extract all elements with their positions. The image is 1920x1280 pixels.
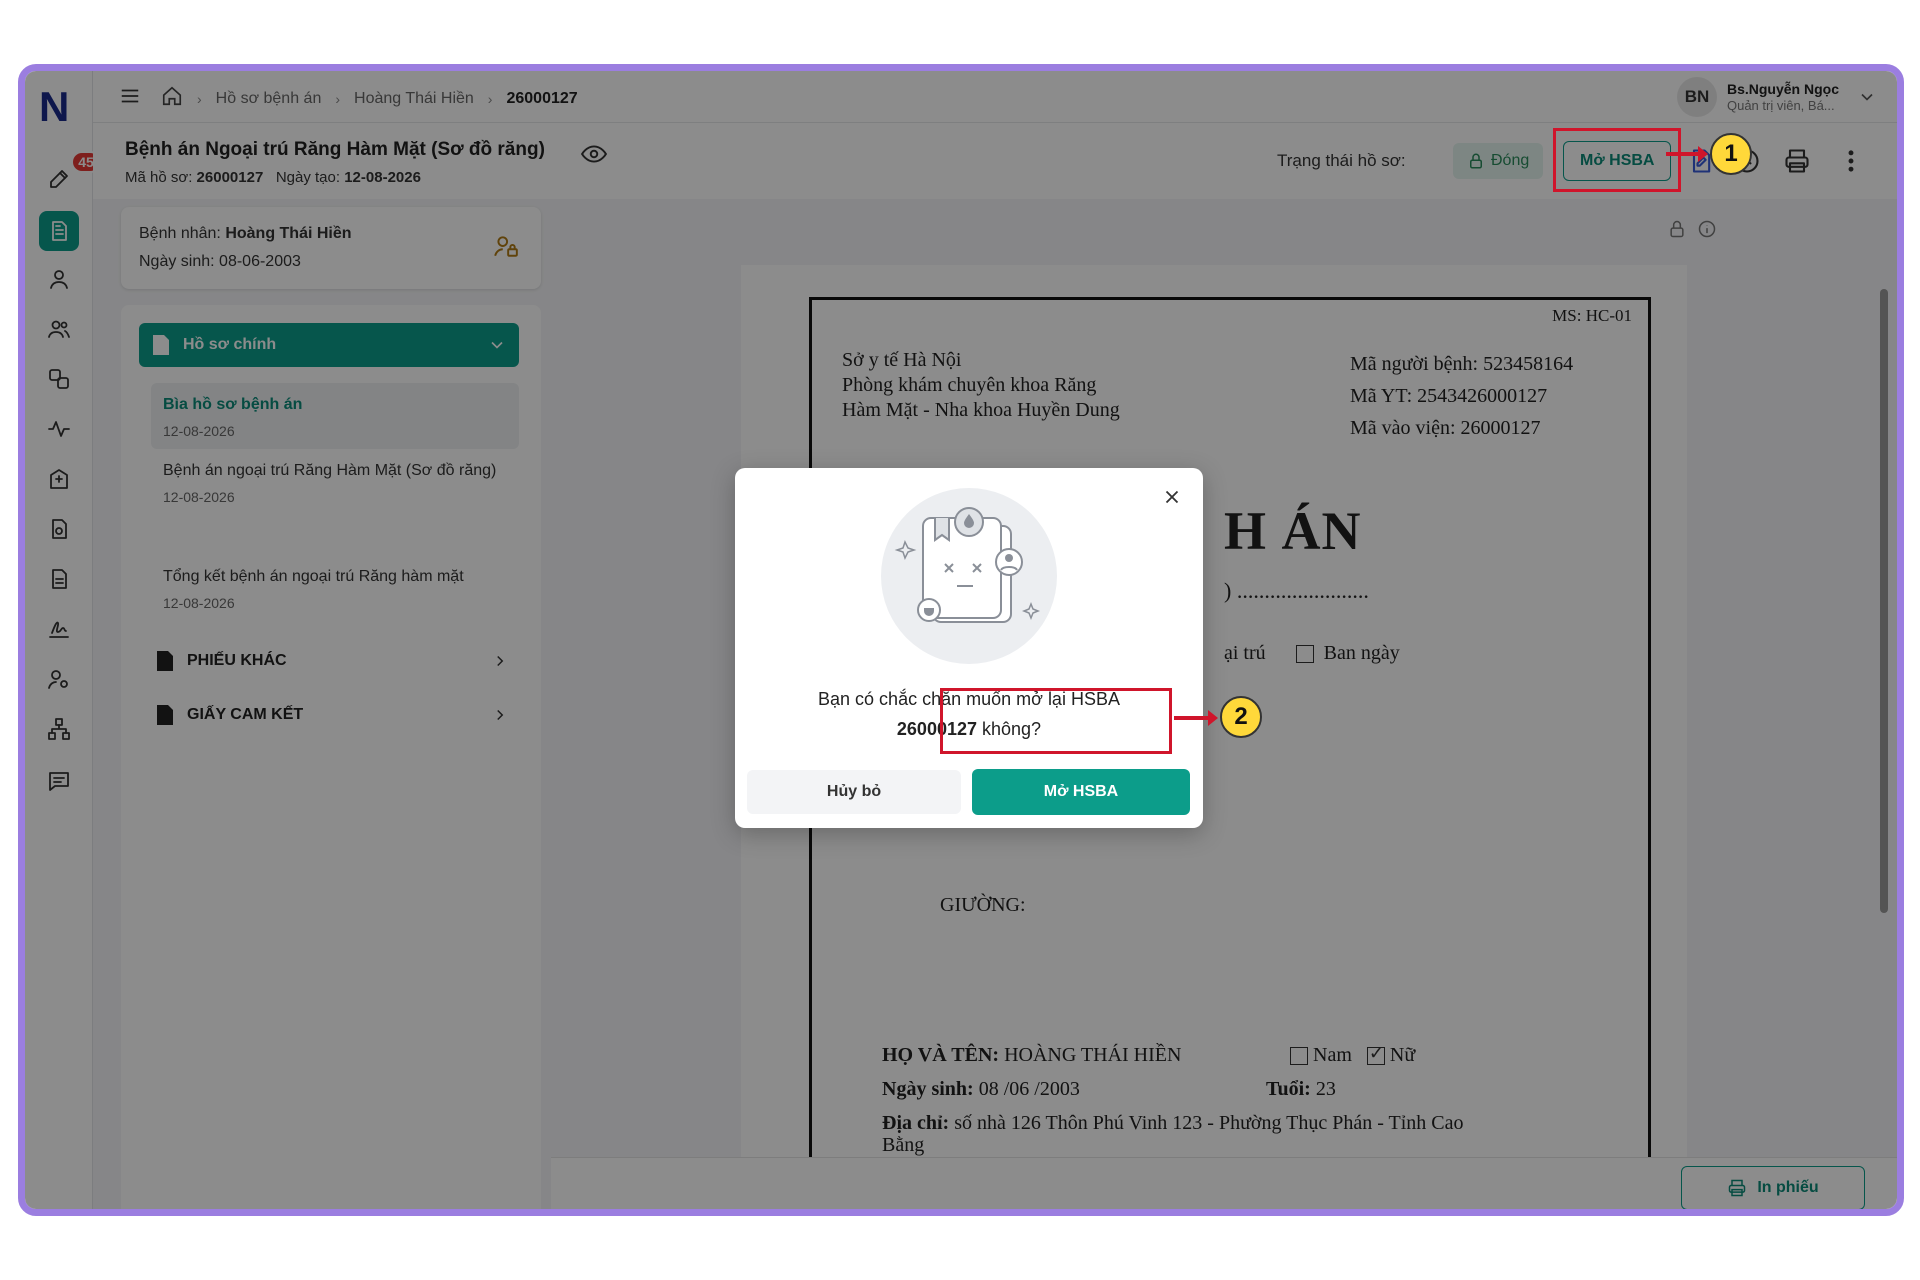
- confirm-open-record-button[interactable]: Mở HSBA: [972, 769, 1190, 815]
- document-illustration: [869, 486, 1069, 666]
- highlight-box-confirm-button: [940, 688, 1172, 754]
- screenshot-frame: N 45 › Hồ sơ bệnh án › Hoàng Thái Hiền ›…: [18, 64, 1904, 1216]
- app-window: N 45 › Hồ sơ bệnh án › Hoàng Thái Hiền ›…: [25, 71, 1897, 1209]
- callout-step-1: 1: [1710, 133, 1752, 175]
- confirm-dialog: Bạn có chắc chắn muốn mở lại HSBA 260001…: [735, 468, 1203, 828]
- annotation-arrow: [1174, 710, 1218, 726]
- annotation-arrow: [1666, 146, 1708, 162]
- callout-step-2: 2: [1220, 696, 1262, 738]
- close-icon[interactable]: [1161, 486, 1183, 508]
- highlight-box-open-button: [1553, 128, 1681, 192]
- cancel-button[interactable]: Hủy bỏ: [747, 770, 961, 814]
